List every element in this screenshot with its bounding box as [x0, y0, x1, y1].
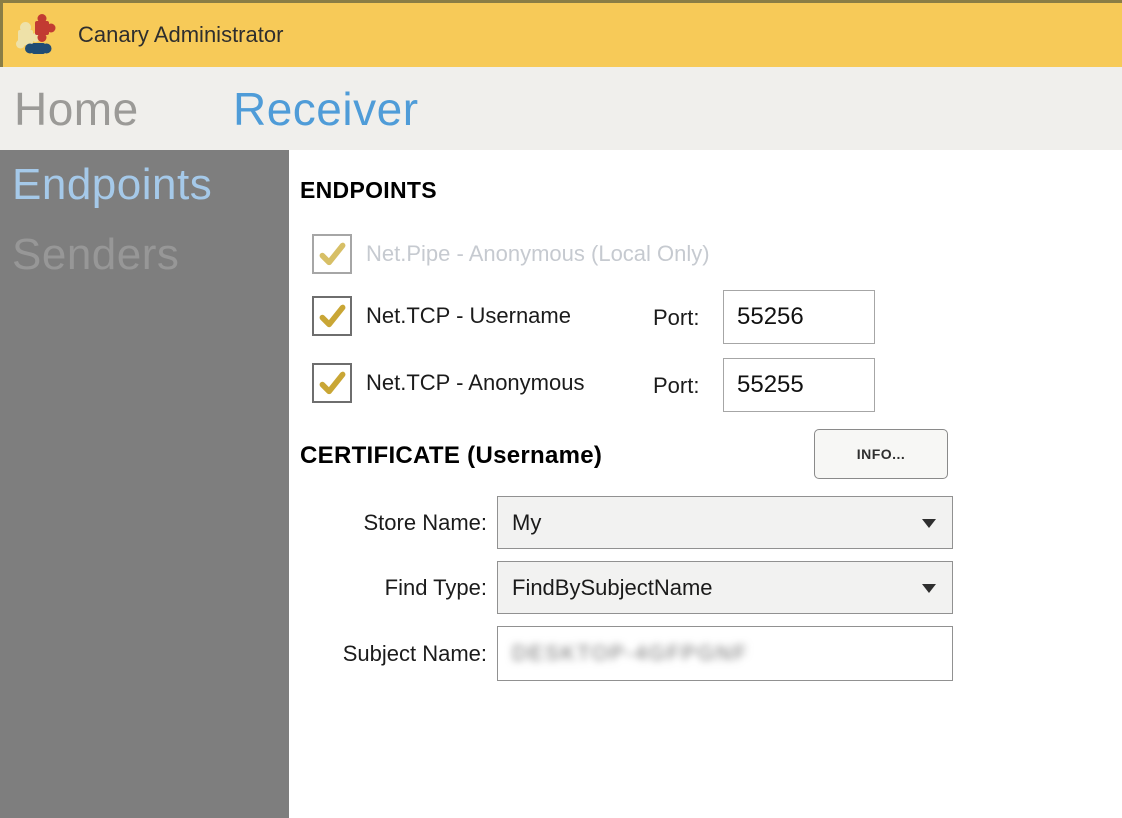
app-window: Canary Administrator Home Receiver × End…	[0, 0, 1122, 818]
endpoint-row-nettcp-username: Net.TCP - Username	[312, 296, 571, 336]
tab-home[interactable]: Home	[14, 82, 139, 136]
find-type-label: Find Type:	[307, 575, 487, 601]
app-logo-puzzle-icon	[14, 13, 58, 57]
nettcp-username-checkbox[interactable]	[312, 296, 352, 336]
endpoint-row-nettcp-anonymous: Net.TCP - Anonymous	[312, 363, 584, 403]
nettcp-anonymous-checkbox[interactable]	[312, 363, 352, 403]
checkmark-icon	[319, 303, 346, 330]
tab-bar: Home Receiver ×	[0, 67, 1122, 150]
chevron-down-icon	[922, 584, 936, 593]
netpipe-checkbox	[312, 234, 352, 274]
store-name-value: My	[512, 510, 541, 536]
store-name-label: Store Name:	[307, 510, 487, 536]
port-label-anonymous: Port:	[653, 373, 699, 399]
certificate-info-button[interactable]: INFO...	[814, 429, 948, 479]
subject-name-label: Subject Name:	[307, 641, 487, 667]
subject-name-value-redacted: DESKTOP-4GFPGNF	[512, 642, 748, 666]
endpoints-heading: ENDPOINTS	[300, 177, 437, 204]
checkmark-icon	[319, 241, 346, 268]
subject-name-input[interactable]: DESKTOP-4GFPGNF	[497, 626, 953, 681]
main-content: ENDPOINTS Net.Pipe - Anonymous (Local On…	[289, 150, 1122, 818]
sidebar-item-senders[interactable]: Senders	[0, 220, 289, 290]
title-bar: Canary Administrator	[0, 0, 1122, 67]
tab-receiver[interactable]: Receiver	[233, 82, 419, 136]
netpipe-label: Net.Pipe - Anonymous (Local Only)	[366, 241, 710, 267]
find-type-select[interactable]: FindBySubjectName	[497, 561, 953, 614]
nettcp-username-label: Net.TCP - Username	[366, 303, 571, 329]
port-input-username[interactable]	[723, 290, 875, 344]
checkmark-icon	[319, 370, 346, 397]
endpoint-row-netpipe: Net.Pipe - Anonymous (Local Only)	[312, 234, 710, 274]
sidebar: Endpoints Senders	[0, 150, 289, 818]
nettcp-anonymous-label: Net.TCP - Anonymous	[366, 370, 584, 396]
port-input-anonymous[interactable]	[723, 358, 875, 412]
find-type-value: FindBySubjectName	[512, 575, 713, 601]
store-name-select[interactable]: My	[497, 496, 953, 549]
certificate-heading: CERTIFICATE (Username)	[300, 442, 602, 470]
chevron-down-icon	[922, 519, 936, 528]
sidebar-item-endpoints[interactable]: Endpoints	[0, 150, 289, 220]
port-label-username: Port:	[653, 305, 699, 331]
window-title: Canary Administrator	[78, 22, 283, 48]
